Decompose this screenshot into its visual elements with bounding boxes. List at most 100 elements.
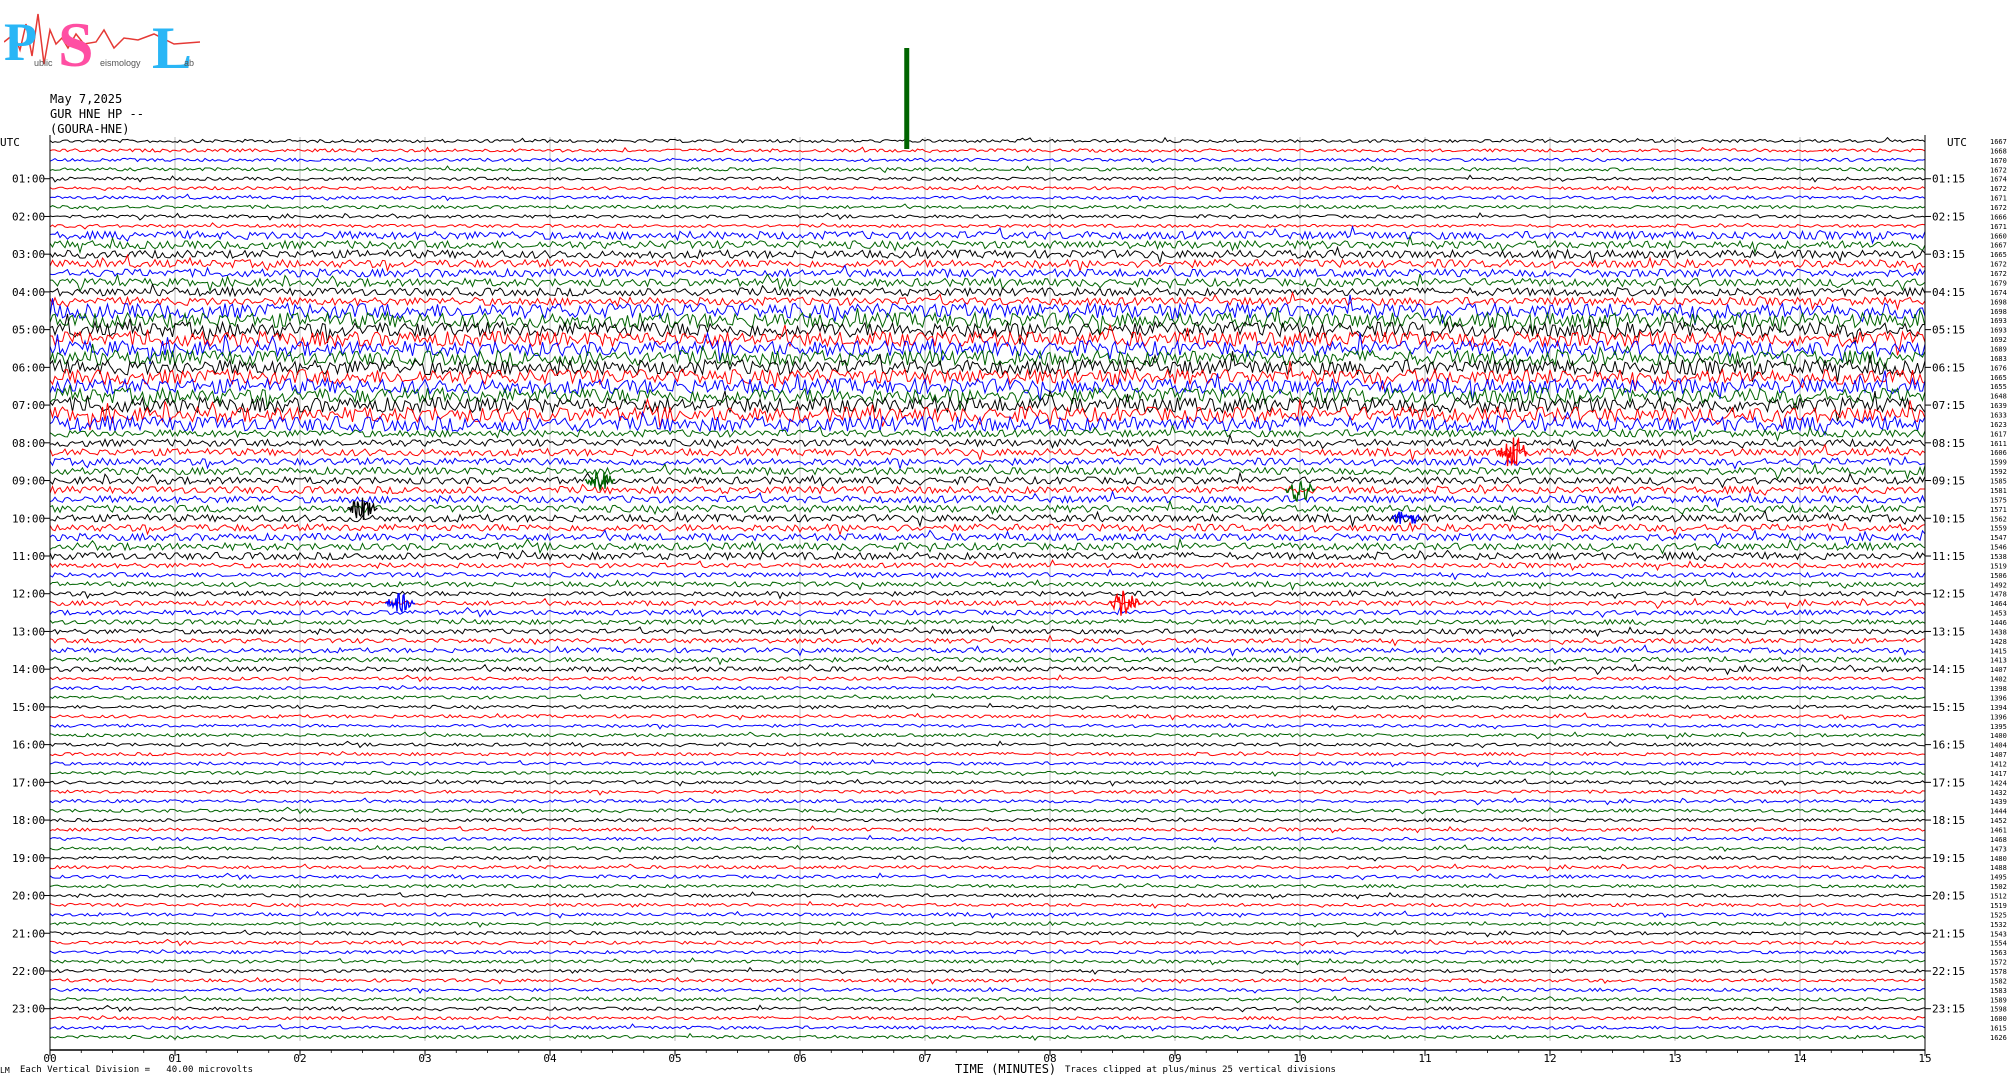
right-hour-label: 16:15 — [1932, 739, 1965, 752]
trace-line — [49, 597, 1926, 610]
right-axis-title: UTC — [1947, 136, 1967, 149]
trace-offset-label: 1665 — [1990, 374, 2007, 382]
trace-line — [49, 731, 1926, 740]
trace-offset-label: 1698 — [1990, 298, 2007, 306]
trace-line — [49, 655, 1926, 666]
right-hour-label: 20:15 — [1932, 890, 1965, 903]
trace-offset-label: 1532 — [1990, 921, 2007, 929]
trace-line — [49, 549, 1926, 562]
trace-line — [49, 797, 1926, 806]
trace-line — [49, 253, 1926, 273]
left-hour-label: 07:00 — [12, 399, 45, 412]
trace-line — [49, 816, 1926, 823]
trace-line — [49, 910, 1926, 919]
trace-line — [49, 617, 1926, 627]
left-hour-label: 22:00 — [12, 965, 45, 978]
left-hour-label: 11:00 — [12, 550, 45, 563]
trace-offset-label: 1572 — [1990, 959, 2007, 967]
trace-offset-label: 1693 — [1990, 317, 2007, 325]
trace-line — [49, 702, 1926, 711]
trace-offset-label: 1415 — [1990, 647, 2007, 655]
right-hour-label: 01:15 — [1932, 173, 1965, 186]
trace-offset-label: 1615 — [1990, 1025, 2007, 1033]
trace-line — [49, 957, 1926, 966]
trace-line — [49, 750, 1926, 757]
left-hour-label: 16:00 — [12, 739, 45, 752]
event-burst — [1391, 511, 1422, 525]
left-hour-label: 17:00 — [12, 776, 45, 789]
event-spike — [904, 48, 910, 149]
trace-offset-label: 1525 — [1990, 911, 2007, 919]
trace-offset-label: 1478 — [1990, 591, 2007, 599]
trace-offset-label: 1598 — [1990, 1006, 2007, 1014]
x-tick-label: 05 — [668, 1052, 681, 1065]
x-tick-label: 10 — [1293, 1052, 1306, 1065]
trace-line — [49, 483, 1925, 496]
trace-offset-label: 1648 — [1990, 393, 2007, 401]
trace-offset-label: 1600 — [1990, 1015, 2007, 1023]
trace-offset-label: 1674 — [1990, 176, 2007, 184]
trace-line — [49, 1023, 1926, 1032]
trace-offset-label: 1671 — [1990, 195, 2007, 203]
trace-line — [49, 768, 1926, 777]
trace-offset-label: 1396 — [1990, 713, 2007, 721]
trace-line — [49, 966, 1926, 975]
trace-offset-label: 1519 — [1990, 902, 2007, 910]
trace-offset-label: 1692 — [1990, 336, 2007, 344]
trace-line — [49, 283, 1926, 298]
trace-offset-label: 1439 — [1990, 798, 2007, 806]
trace-line — [49, 929, 1926, 938]
right-hour-label: 07:15 — [1932, 399, 1965, 412]
trace-offset-label: 1492 — [1990, 581, 2007, 589]
trace-line — [49, 568, 1926, 581]
right-hour-label: 19:15 — [1932, 852, 1965, 865]
trace-line — [49, 290, 1926, 311]
trace-offset-label: 1633 — [1990, 412, 2007, 420]
trace-offset-label: 1559 — [1990, 525, 2007, 533]
trace-line — [49, 136, 1926, 144]
right-hour-label: 04:15 — [1932, 286, 1965, 299]
x-tick-label: 14 — [1793, 1052, 1807, 1065]
trace-line — [49, 900, 1926, 909]
trace-line — [49, 222, 1926, 230]
trace-offset-label: 1667 — [1990, 138, 2007, 146]
left-hour-label: 13:00 — [12, 625, 45, 638]
x-tick-label: 15 — [1918, 1052, 1931, 1065]
trace-offset-label: 1438 — [1990, 628, 2007, 636]
trace-line — [49, 825, 1926, 834]
trace-line — [49, 806, 1926, 815]
trace-line — [49, 693, 1926, 702]
trace-offset-label: 1585 — [1990, 478, 2007, 486]
trace-offset-label: 1679 — [1990, 279, 2007, 287]
trace-line — [49, 722, 1926, 730]
left-hour-label: 15:00 — [12, 701, 45, 714]
trace-offset-label: 1495 — [1990, 874, 2007, 882]
trace-line — [49, 455, 1926, 471]
trace-line — [49, 1015, 1926, 1021]
trace-line — [49, 559, 1926, 572]
trace-line — [49, 995, 1926, 1004]
left-hour-label: 12:00 — [12, 588, 45, 601]
trace-offset-label: 1554 — [1990, 940, 2007, 948]
trace-line — [49, 1004, 1926, 1013]
trace-line — [49, 499, 1926, 518]
trace-line — [49, 343, 1926, 370]
trace-offset-label: 1666 — [1990, 213, 2007, 221]
trace-line — [49, 234, 1926, 255]
trace-offset-label: 1655 — [1990, 383, 2007, 391]
trace-line — [49, 759, 1925, 768]
trace-offset-label: 1672 — [1990, 204, 2007, 212]
trace-offset-label: 1562 — [1990, 515, 2007, 523]
right-hour-label: 12:15 — [1932, 588, 1965, 601]
trace-line — [49, 313, 1926, 345]
x-tick-label: 06 — [793, 1052, 806, 1065]
x-tick-label: 09 — [1168, 1052, 1181, 1065]
trace-offset-label: 1583 — [1990, 987, 2007, 995]
trace-offset-label: 1676 — [1990, 364, 2007, 372]
right-hour-label: 14:15 — [1932, 663, 1965, 676]
trace-offset-label: 1461 — [1990, 827, 2007, 835]
trace-offset-label: 1413 — [1990, 657, 2007, 665]
trace-line — [49, 740, 1926, 749]
trace-line — [49, 224, 1926, 245]
trace-line — [49, 203, 1926, 211]
